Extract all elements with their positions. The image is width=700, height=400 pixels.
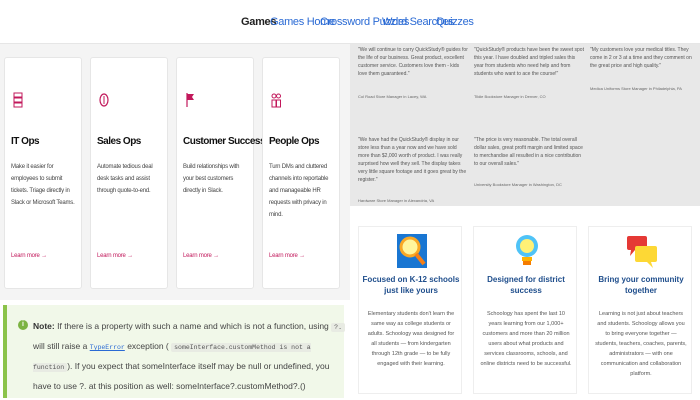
testimonial: "We have had the QuickStudy® display in … [358,136,468,203]
note-label: Note: [33,321,55,331]
card-title: Customer Success [183,136,266,147]
testimonial-author: University Bookstore Manager in Washingt… [474,182,562,187]
people-icon [271,93,281,108]
testimonial-author: Hardware Store Manager in Alexandria, VA [358,198,435,203]
note-callout: i Note: If there is a property with such… [3,305,345,398]
testimonial-quote: "My customers love your medical titles. … [590,47,692,69]
nav-quizzes[interactable]: Quizzes [436,16,474,28]
feature-card-district: Designed for district success Schoology … [473,226,577,394]
card-description: Build relationships with your best custo… [183,164,240,194]
feature-title: Bring your community together [598,275,684,295]
lightbulb-icon [516,235,538,265]
testimonial: "We will continue to carry QuickStudy® g… [358,46,468,99]
card-description: Automate tedious deal desk tasks and ass… [97,164,153,194]
feature-title: Focused on K-12 schools just like yours [362,275,460,295]
feature-card-k12: Focused on K-12 schools just like yours … [358,226,462,394]
card-sales-ops[interactable]: Sales Ops Automate tedious deal desk tas… [90,57,168,289]
note-text: Note: If there is a property with such a… [33,317,345,396]
card-description: Make it easier for employees to submit t… [11,164,75,206]
card-title: People Ops [269,136,320,147]
card-title: Sales Ops [97,136,141,147]
testimonial-quote: "The price is very reasonable. The total… [474,137,583,167]
server-icon [13,92,23,108]
card-people-ops[interactable]: People Ops Turn DMs and cluttered channe… [262,57,340,289]
card-customer-success[interactable]: Customer Success Build relationships wit… [176,57,266,289]
info-icon: i [18,320,28,330]
note-text-part: will still raise a [33,341,88,351]
note-text-part: ). If you expect that someInterface itse… [33,361,330,391]
feature-card-community: Bring your community together Learning i… [588,226,692,394]
note-text-part: exception ( [127,341,169,351]
testimonials-section: "We will continue to carry QuickStudy® g… [350,44,700,206]
testimonial-author: Tildie Bookstore Manager in Denver, CO [474,94,546,99]
learn-more-link[interactable]: Learn more → [269,253,305,259]
testimonial-quote: "We have had the QuickStudy® display in … [358,137,467,183]
note-text-part: If there is a property with such a name … [57,321,329,331]
testimonial: "The price is very reasonable. The total… [474,136,584,187]
learn-more-link[interactable]: Learn more → [11,253,47,259]
testimonial-quote: "QuickStudy® products have been the swee… [474,47,584,77]
top-navigation: Games Games Home Crossword Puzzles Word … [0,0,700,44]
testimonial-author: Medica Uniforms Store Manager in Philade… [590,86,682,91]
feature-description: Schoology has spent the last 10 years le… [480,311,572,367]
magnifier-icon [397,234,427,268]
learn-more-link[interactable]: Learn more → [183,253,219,259]
chat-bubbles-icon [627,236,657,268]
card-it-ops[interactable]: IT Ops Make it easier for employees to s… [4,57,82,289]
feature-description: Elementary students don't learn the same… [367,311,455,367]
flag-icon [186,93,194,107]
testimonial-quote: "We will continue to carry QuickStudy® g… [358,47,468,77]
card-title: IT Ops [11,136,40,147]
coin-icon [99,93,109,107]
learn-more-link[interactable]: Learn more → [97,253,133,259]
typeerror-link[interactable]: TypeError [90,344,125,351]
testimonial-author: Col Road Store Manager in Lacey, WA [358,94,427,99]
feature-description: Learning is not just about teachers and … [595,311,687,377]
code-snippet: ?. [331,323,345,332]
testimonial: "QuickStudy® products have been the swee… [474,46,584,99]
card-description: Turn DMs and cluttered channels into rep… [269,164,329,218]
feature-title: Designed for district success [487,275,565,295]
testimonial: "My customers love your medical titles. … [590,46,700,91]
